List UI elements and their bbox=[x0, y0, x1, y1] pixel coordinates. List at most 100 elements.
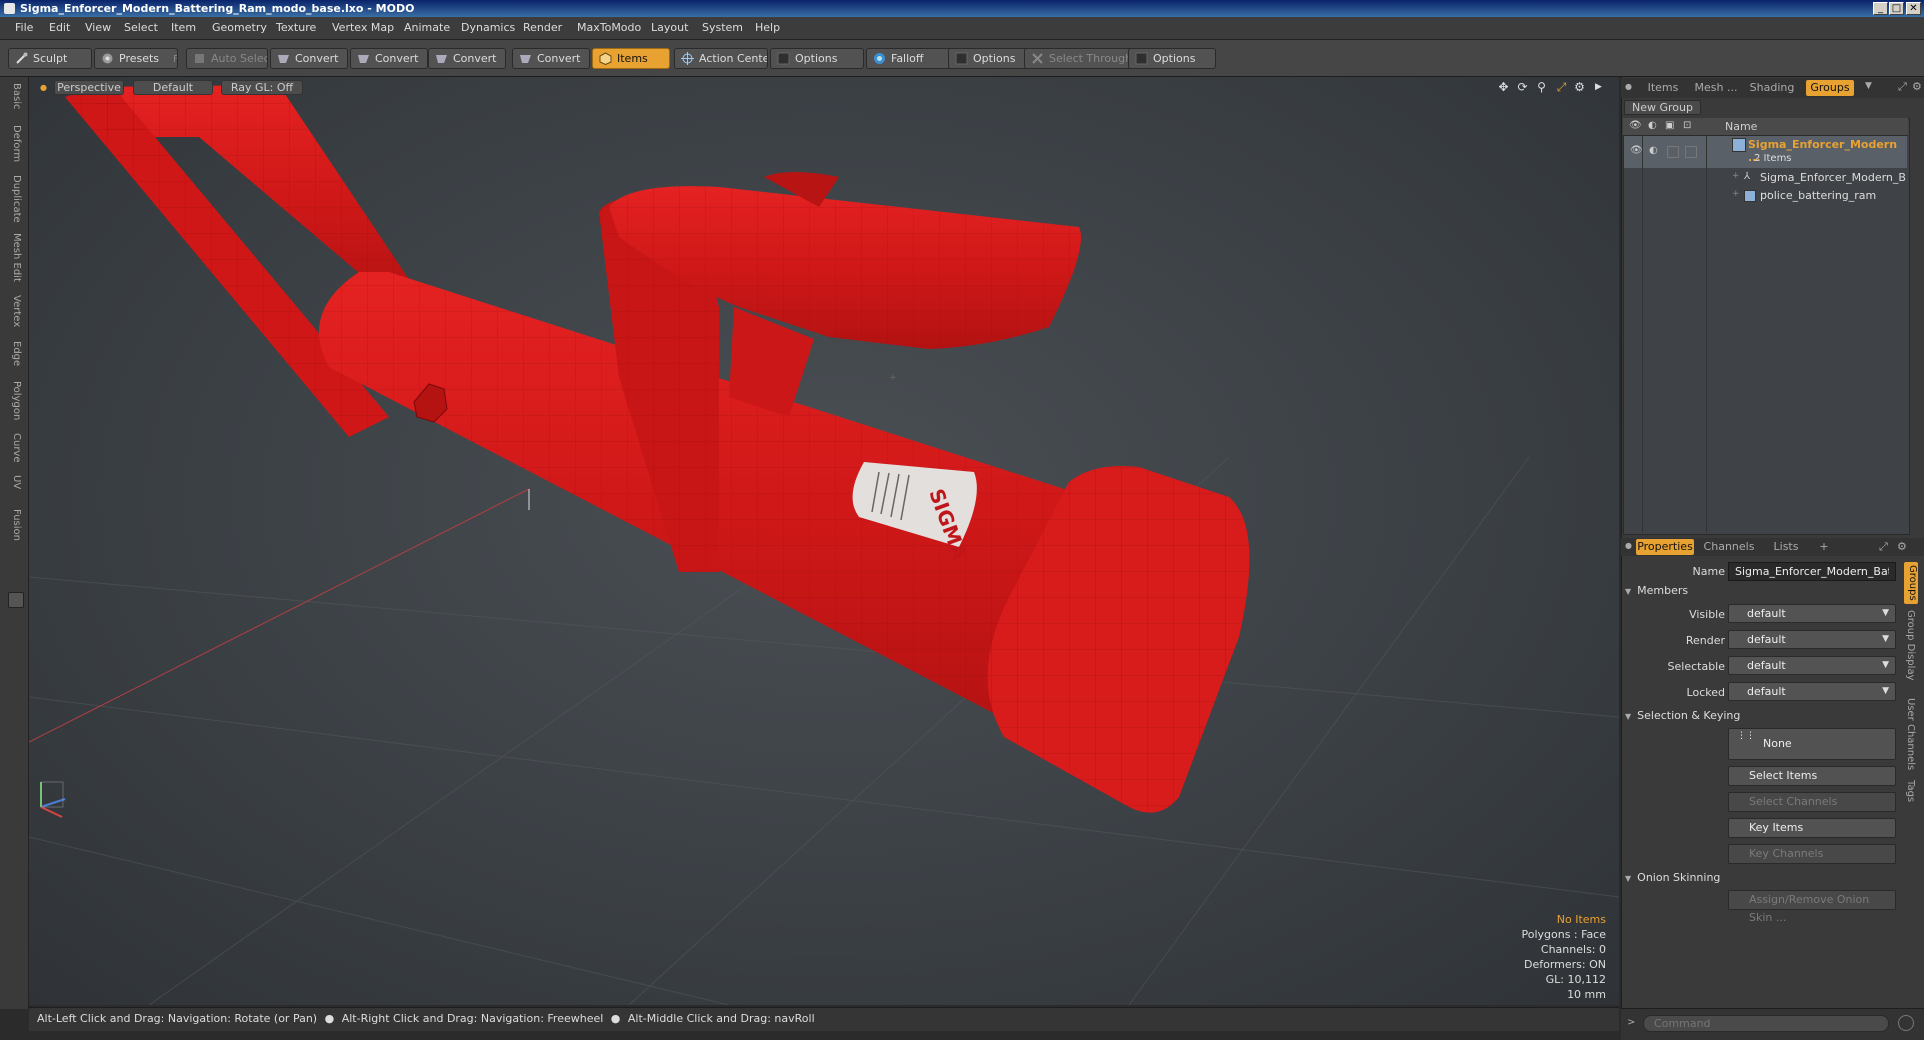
menu-item[interactable]: Item bbox=[171, 21, 196, 34]
zoom-icon[interactable]: ⚲ bbox=[1535, 81, 1548, 94]
new-group-button[interactable]: New Group bbox=[1624, 100, 1701, 115]
tab-lists[interactable]: Lists bbox=[1764, 539, 1808, 555]
selection-keying-section-header[interactable]: ▼ Selection & Keying bbox=[1625, 709, 1740, 722]
tab-deform[interactable]: Deform bbox=[6, 125, 22, 162]
menu-vertex-map[interactable]: Vertex Map bbox=[332, 21, 394, 34]
menu-select[interactable]: Select bbox=[124, 21, 158, 34]
menu-layout[interactable]: Layout bbox=[651, 21, 688, 34]
menu-maxtomodo[interactable]: MaxToModo bbox=[577, 21, 641, 34]
viewport-menu-icon[interactable]: ● bbox=[37, 81, 50, 94]
panel-menu-icon[interactable]: ● bbox=[1625, 541, 1632, 550]
pan-icon[interactable]: ✥ bbox=[1497, 81, 1510, 94]
visibility-eye-icon[interactable]: 👁 bbox=[1630, 145, 1643, 156]
menu-render[interactable]: Render bbox=[523, 21, 562, 34]
menu-file[interactable]: File bbox=[15, 21, 33, 34]
tree-row-group[interactable]: 👁 ◐ Sigma_Enforcer_Modern ... 2 Items bbox=[1624, 136, 1907, 168]
tab-fusion[interactable]: Fusion bbox=[6, 509, 22, 541]
tab-channels[interactable]: Channels bbox=[1701, 539, 1757, 555]
select-icon[interactable]: ⊡ bbox=[1683, 120, 1691, 131]
tab-uv[interactable]: UV bbox=[6, 475, 22, 489]
auto-select-button[interactable]: Auto Select bbox=[186, 48, 268, 69]
tab-properties[interactable]: Properties bbox=[1636, 539, 1694, 555]
panel-settings-icon[interactable]: ⚙ bbox=[1897, 540, 1907, 553]
tree-row-child-ram[interactable]: + police_battering_ram bbox=[1624, 187, 1907, 205]
settings-gear-icon[interactable]: ⚙ bbox=[1573, 81, 1586, 94]
expand-arrow-icon[interactable]: ▶ bbox=[1592, 81, 1605, 94]
3d-viewport[interactable]: SIGMA + bbox=[29, 77, 1619, 1005]
tab-groups[interactable]: Groups bbox=[1806, 80, 1854, 96]
maximize-panel-icon[interactable]: ⤢ bbox=[1898, 80, 1907, 94]
convert-button-1[interactable]: Convert bbox=[270, 48, 348, 69]
select-channels-button[interactable]: Select Channels bbox=[1728, 792, 1896, 812]
visibility-eye-icon[interactable]: 👁 bbox=[1629, 120, 1642, 131]
menu-system[interactable]: System bbox=[702, 21, 743, 34]
tree-row-child-mesh[interactable]: + ⅄ Sigma_Enforcer_Modern_B ... bbox=[1624, 169, 1907, 197]
menu-texture[interactable]: Texture bbox=[276, 21, 316, 34]
action-center-options-button[interactable]: Options bbox=[770, 48, 864, 69]
render-icon[interactable]: ◐ bbox=[1649, 145, 1658, 156]
key-items-button[interactable]: Key Items bbox=[1728, 818, 1896, 838]
render-icon[interactable]: ◐ bbox=[1648, 120, 1657, 131]
lock-toggle[interactable] bbox=[1667, 146, 1679, 158]
fit-icon[interactable]: ⤢ bbox=[1555, 81, 1568, 94]
expand-icon[interactable]: + bbox=[1732, 189, 1740, 199]
panel-menu-icon[interactable]: ● bbox=[1625, 82, 1632, 91]
tab-polygon[interactable]: Polygon bbox=[6, 381, 22, 420]
expand-tabs-button[interactable] bbox=[8, 592, 24, 608]
assign-onion-skin-button[interactable]: Assign/Remove Onion Skin ... bbox=[1728, 890, 1896, 924]
menu-animate[interactable]: Animate bbox=[404, 21, 450, 34]
select-through-button[interactable]: Select Through bbox=[1024, 48, 1134, 69]
tab-items[interactable]: Items bbox=[1638, 80, 1688, 96]
shading-selector[interactable]: Default bbox=[133, 80, 213, 95]
expand-icon[interactable]: + bbox=[1732, 171, 1740, 181]
selection-set-none-button[interactable]: ⋮⋮ None bbox=[1728, 728, 1896, 760]
side-tab-user-channels[interactable]: User Channels bbox=[1905, 698, 1916, 770]
maximize-panel-icon[interactable]: ⤢ bbox=[1879, 540, 1888, 554]
items-mode-button[interactable]: Items bbox=[592, 48, 670, 69]
side-tab-groups[interactable]: Groups bbox=[1904, 562, 1918, 604]
menu-edit[interactable]: Edit bbox=[49, 21, 70, 34]
locked-dropdown[interactable]: default ▼ bbox=[1728, 682, 1896, 701]
convert-button-2[interactable]: Convert bbox=[350, 48, 428, 69]
presets-button[interactable]: PresetsF6 bbox=[94, 48, 178, 69]
members-section-header[interactable]: ▼ Members bbox=[1625, 584, 1688, 597]
select-items-button[interactable]: Select Items bbox=[1728, 766, 1896, 786]
menu-view[interactable]: View bbox=[85, 21, 111, 34]
action-center-button[interactable]: Action Center bbox=[674, 48, 768, 69]
menu-dynamics[interactable]: Dynamics bbox=[461, 21, 515, 34]
tabs-dropdown-icon[interactable]: ▼ bbox=[1865, 81, 1872, 91]
tab-basic[interactable]: Basic bbox=[6, 83, 22, 109]
falloff-options-button[interactable]: Options bbox=[948, 48, 1034, 69]
side-tab-group-display[interactable]: Group Display bbox=[1905, 610, 1916, 680]
tab-duplicate[interactable]: Duplicate bbox=[6, 175, 22, 223]
add-tab-button[interactable]: + bbox=[1816, 539, 1832, 555]
close-button[interactable]: ✕ bbox=[1906, 2, 1921, 15]
falloff-button[interactable]: Falloff bbox=[866, 48, 956, 69]
tab-edge[interactable]: Edge bbox=[6, 341, 22, 366]
select-toggle[interactable] bbox=[1685, 146, 1697, 158]
convert-button-4[interactable]: Convert bbox=[512, 48, 590, 69]
tab-mesh[interactable]: Mesh ... bbox=[1691, 80, 1741, 96]
render-dropdown[interactable]: default ▼ bbox=[1728, 630, 1896, 649]
command-input[interactable] bbox=[1643, 1015, 1889, 1032]
key-channels-button[interactable]: Key Channels bbox=[1728, 844, 1896, 864]
selectable-dropdown[interactable]: default ▼ bbox=[1728, 656, 1896, 675]
visible-dropdown[interactable]: default ▼ bbox=[1728, 604, 1896, 623]
onion-skinning-section-header[interactable]: ▼ Onion Skinning bbox=[1625, 871, 1720, 884]
menu-geometry[interactable]: Geometry bbox=[212, 21, 267, 34]
projection-selector[interactable]: Perspective bbox=[54, 80, 124, 95]
sculpt-button[interactable]: Sculpt bbox=[8, 48, 92, 69]
convert-button-3[interactable]: Convert bbox=[428, 48, 506, 69]
tab-vertex[interactable]: Vertex bbox=[6, 295, 22, 327]
select-through-options-button[interactable]: Options bbox=[1128, 48, 1216, 69]
group-name-field[interactable] bbox=[1728, 562, 1896, 581]
rotate-icon[interactable]: ⟳ bbox=[1516, 81, 1529, 94]
tab-shading[interactable]: Shading bbox=[1745, 80, 1799, 96]
tab-mesh-edit[interactable]: Mesh Edit bbox=[6, 233, 22, 282]
raygl-toggle[interactable]: Ray GL: Off bbox=[221, 80, 303, 95]
minimize-button[interactable]: _ bbox=[1873, 2, 1888, 15]
tab-curve[interactable]: Curve bbox=[6, 433, 22, 463]
menu-help[interactable]: Help bbox=[755, 21, 780, 34]
maximize-button[interactable]: □ bbox=[1889, 2, 1904, 15]
side-tab-tags[interactable]: Tags bbox=[1905, 780, 1916, 802]
